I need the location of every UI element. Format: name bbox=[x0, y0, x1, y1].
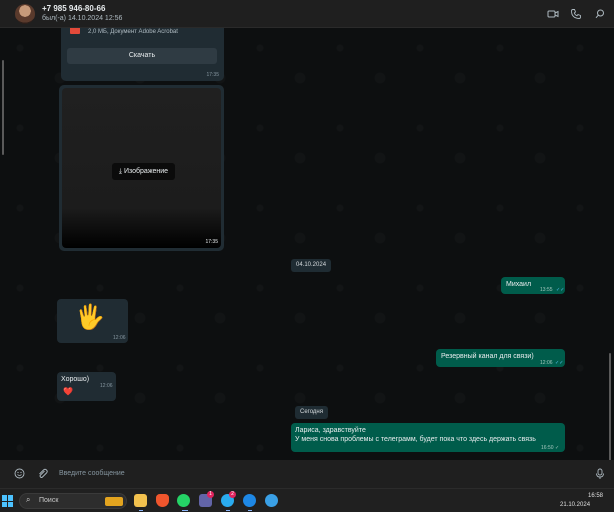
incoming-message[interactable]: Хорошо) ❤️ 12:06 bbox=[57, 372, 116, 401]
clock-time[interactable]: 16:58 bbox=[588, 493, 603, 499]
clock-date[interactable]: 21.10.2024 bbox=[560, 502, 590, 508]
date-separator: 04.10.2024 bbox=[291, 259, 332, 272]
message-time: 12:06 bbox=[113, 335, 126, 341]
delivered-tick-icon: ✓ bbox=[555, 445, 560, 451]
wave-emoji: 🖐 bbox=[75, 304, 105, 331]
message-text: Резервный канал для связи) bbox=[441, 353, 534, 360]
messenger-app-icon[interactable] bbox=[243, 494, 256, 507]
app-indicator bbox=[248, 510, 252, 511]
teams-notification-badge: 1 bbox=[207, 491, 214, 498]
windows-start-icon[interactable] bbox=[2, 495, 14, 507]
search-highlight-icon bbox=[105, 497, 123, 506]
document-meta: 2,0 МБ, Документ Adobe Acrobat bbox=[88, 29, 178, 35]
message-text-line2: У меня снова проблемы с телеграмм, будет… bbox=[295, 436, 536, 443]
chat-header: +7 985 946-80-66 был(-а) 14.10.2024 12:5… bbox=[0, 0, 614, 28]
message-text: Михаил bbox=[506, 281, 532, 288]
phone-icon[interactable] bbox=[570, 8, 582, 20]
microphone-icon[interactable] bbox=[595, 468, 605, 484]
message-time: 16:50 bbox=[541, 445, 554, 451]
attach-icon[interactable] bbox=[37, 468, 48, 483]
search-icon[interactable] bbox=[594, 8, 606, 20]
contact-last-seen: был(-а) 14.10.2024 12:56 bbox=[42, 15, 123, 22]
telegram-notification-badge: 2 bbox=[229, 491, 236, 498]
left-scrollbar[interactable] bbox=[2, 60, 4, 155]
file-explorer-icon[interactable] bbox=[134, 494, 147, 507]
image-placeholder[interactable]: ⤓ Изображение 17:35 bbox=[62, 88, 221, 248]
message-composer: Введите сообщение bbox=[0, 460, 614, 488]
search-icon: ⌕ bbox=[26, 495, 31, 504]
outgoing-message[interactable]: Лариса, здравствуйте У меня снова пробле… bbox=[291, 423, 565, 452]
taskbar-search-label: Поиск bbox=[39, 497, 59, 504]
date-separator: Сегодня bbox=[295, 406, 328, 419]
app-indicator bbox=[182, 510, 188, 511]
contact-avatar[interactable] bbox=[15, 4, 35, 24]
message-input[interactable]: Введите сообщение bbox=[59, 470, 125, 477]
incoming-emoji-message[interactable]: 🖐 12:06 bbox=[57, 299, 128, 343]
pdf-icon bbox=[70, 28, 80, 34]
video-call-icon[interactable] bbox=[547, 8, 559, 20]
taskbar-search[interactable]: ⌕ Поиск bbox=[19, 493, 127, 509]
windows-taskbar: ⌕ Поиск 1 2 16:58 21.10.2024 bbox=[0, 488, 614, 512]
message-text: Хорошо) bbox=[61, 376, 90, 383]
whatsapp-icon[interactable] bbox=[177, 494, 190, 507]
message-time: 13:55 bbox=[540, 287, 553, 293]
download-button[interactable]: Скачать bbox=[67, 48, 217, 64]
app-indicator bbox=[226, 510, 230, 511]
outgoing-message[interactable]: Резервный канал для связи) 12:06 ✓✓ bbox=[436, 349, 565, 367]
document-message[interactable]: 2,0 МБ, Документ Adobe Acrobat Скачать 1… bbox=[61, 28, 224, 81]
contact-name[interactable]: +7 985 946-80-66 bbox=[42, 4, 105, 13]
message-time: 17:35 bbox=[206, 72, 219, 78]
message-time: 12:06 bbox=[540, 360, 553, 366]
message-time: 17:35 bbox=[205, 239, 218, 245]
heart-emoji: ❤️ bbox=[63, 387, 73, 396]
emoji-icon[interactable] bbox=[14, 468, 25, 483]
image-download-button[interactable]: ⤓ Изображение bbox=[112, 163, 175, 180]
image-message[interactable]: ⤓ Изображение 17:35 bbox=[59, 85, 224, 251]
brave-browser-icon[interactable] bbox=[156, 494, 169, 507]
read-receipt-icon: ✓✓ bbox=[555, 360, 564, 366]
browser-app-icon[interactable] bbox=[265, 494, 278, 507]
app-indicator bbox=[139, 510, 143, 511]
read-receipt-icon: ✓✓ bbox=[556, 287, 565, 293]
outgoing-message[interactable]: Михаил 13:55 ✓✓ bbox=[501, 277, 565, 294]
message-time: 12:06 bbox=[100, 383, 113, 389]
